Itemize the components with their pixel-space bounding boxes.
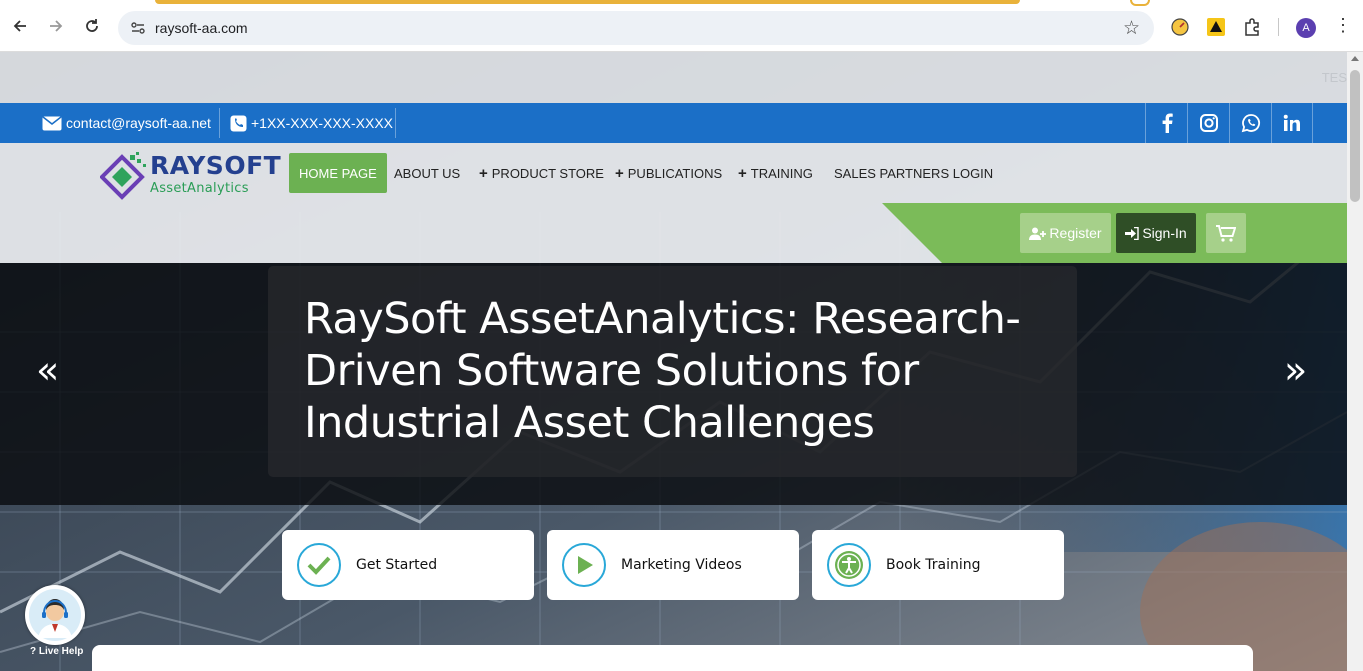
marketing-videos-label: Marketing Videos xyxy=(621,557,742,573)
nav-training-label: TRAINING xyxy=(750,165,813,181)
logo-subtitle: AssetAnalytics xyxy=(150,181,249,196)
nav-product-store-label: PRODUCT STORE xyxy=(491,165,604,181)
nav-publications-label: PUBLICATIONS xyxy=(627,165,723,181)
profile-avatar[interactable]: A xyxy=(1296,18,1316,38)
nav-about-label: ABOUT US xyxy=(394,165,461,181)
plus-icon: + xyxy=(615,164,624,182)
get-started-label: Get Started xyxy=(356,557,438,573)
sign-in-label: Sign-In xyxy=(1142,225,1187,241)
instagram-link[interactable] xyxy=(1187,103,1229,143)
nav-home-page[interactable]: HOME PAGE xyxy=(289,153,387,193)
ticker-text: TES xyxy=(1321,70,1347,85)
toolbar-divider xyxy=(1278,18,1279,36)
reload-icon[interactable] xyxy=(80,14,104,38)
instagram-icon xyxy=(1199,114,1218,132)
forward-icon[interactable] xyxy=(44,14,68,38)
register-button[interactable]: Register xyxy=(1020,213,1111,253)
hero-title: RaySoft AssetAnalytics: Research-Driven … xyxy=(304,294,1021,448)
scrollbar-thumb[interactable] xyxy=(1350,70,1360,202)
nav-about-us[interactable]: ABOUT US xyxy=(384,153,470,193)
nav-product-store[interactable]: + PRODUCT STORE xyxy=(469,153,614,193)
cart-button[interactable] xyxy=(1206,213,1246,253)
top-announcement-strip: TES xyxy=(0,52,1347,103)
nav-partners-label: SALES PARTNERS LOGIN xyxy=(834,165,994,181)
linkedin-link[interactable] xyxy=(1271,103,1313,143)
facebook-icon xyxy=(1162,113,1173,133)
contact-separator xyxy=(219,108,220,138)
sign-in-button[interactable]: Sign-In xyxy=(1116,213,1196,253)
scroll-up-icon[interactable] xyxy=(1351,56,1359,61)
back-icon[interactable] xyxy=(8,14,32,38)
add-user-icon xyxy=(1029,227,1047,240)
whatsapp-link[interactable] xyxy=(1229,103,1271,143)
extension-warning-icon[interactable] xyxy=(1206,17,1226,37)
whatsapp-icon xyxy=(1241,114,1260,133)
extension-gauge-icon[interactable] xyxy=(1170,17,1190,37)
nav-home-label: HOME PAGE xyxy=(299,165,377,181)
facebook-link[interactable] xyxy=(1145,103,1187,143)
web-page: TES contact@raysoft-aa.net +1XX-XXX-XXX-… xyxy=(0,52,1347,671)
plus-icon: + xyxy=(479,164,488,182)
support-agent-icon xyxy=(25,585,85,645)
book-training-label: Book Training xyxy=(886,557,981,573)
get-started-card[interactable]: Get Started xyxy=(282,530,534,600)
checkmark-icon xyxy=(297,543,341,587)
book-training-card[interactable]: Book Training xyxy=(812,530,1064,600)
bookmark-star-icon[interactable]: ☆ xyxy=(1123,17,1140,40)
plus-icon: + xyxy=(738,164,747,182)
email-link[interactable]: contact@raysoft-aa.net xyxy=(42,103,211,143)
browser-menu-icon[interactable]: ⋮ xyxy=(1334,15,1352,36)
nav-training[interactable]: + TRAINING xyxy=(728,153,823,193)
phone-icon xyxy=(230,115,247,131)
accessibility-icon xyxy=(827,543,871,587)
extensions-puzzle-icon[interactable] xyxy=(1242,17,1262,37)
sign-in-icon xyxy=(1125,226,1140,240)
url-text[interactable]: raysoft-aa.com xyxy=(155,20,248,36)
contact-bar: contact@raysoft-aa.net +1XX-XXX-XXX-XXXX xyxy=(0,103,1347,143)
nav-publications[interactable]: + PUBLICATIONS xyxy=(605,153,732,193)
content-panel xyxy=(92,645,1253,671)
cart-icon xyxy=(1216,224,1236,242)
logo-name: RAYSOFT xyxy=(150,151,282,180)
browser-toolbar: raysoft-aa.com ☆ A ⋮ xyxy=(0,0,1363,52)
phone-link[interactable]: +1XX-XXX-XXX-XXXX xyxy=(230,103,393,143)
email-text: contact@raysoft-aa.net xyxy=(66,115,211,131)
address-bar[interactable]: raysoft-aa.com ☆ xyxy=(118,11,1154,45)
linkedin-icon xyxy=(1283,114,1300,131)
envelope-icon xyxy=(42,115,62,130)
contact-separator xyxy=(395,108,396,138)
tab-accent xyxy=(155,0,1020,4)
logo-diamond-icon xyxy=(100,152,146,200)
tab-accent-secondary xyxy=(1130,0,1150,6)
live-help-widget[interactable]: ? Live Help xyxy=(24,584,86,660)
page-scrollbar[interactable] xyxy=(1347,52,1363,671)
nav-sales-partners-login[interactable]: SALES PARTNERS LOGIN xyxy=(824,153,1003,193)
main-navigation: RAYSOFT AssetAnalytics HOME PAGE ABOUT U… xyxy=(0,143,1347,263)
site-info-icon[interactable] xyxy=(130,20,146,36)
register-label: Register xyxy=(1049,225,1102,241)
account-banner xyxy=(882,203,1347,263)
live-help-label: ? Live Help xyxy=(30,646,84,657)
marketing-videos-card[interactable]: Marketing Videos xyxy=(547,530,799,600)
phone-text: +1XX-XXX-XXX-XXXX xyxy=(251,115,394,131)
carousel-prev-icon[interactable]: « xyxy=(36,348,59,392)
raysoft-logo[interactable]: RAYSOFT AssetAnalytics xyxy=(100,151,281,203)
play-icon xyxy=(562,543,606,587)
carousel-next-icon[interactable]: » xyxy=(1284,348,1307,392)
